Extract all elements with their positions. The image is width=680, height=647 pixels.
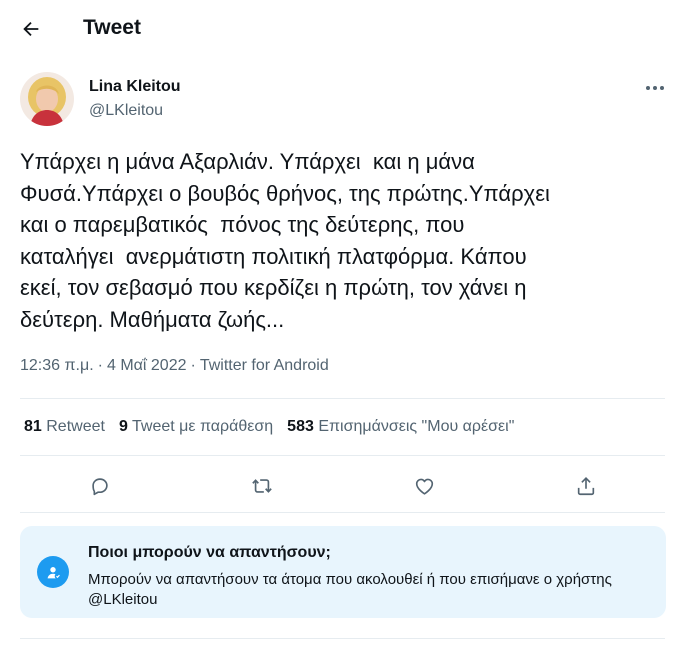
likes-count: 583 — [287, 418, 314, 435]
divider — [20, 455, 665, 456]
tweet-stats: 81 Retweet 9 Tweet με παράθεση 583 Επιση… — [24, 418, 514, 436]
reply-icon — [92, 478, 108, 496]
reply-restriction-title: Ποιοι μπορούν να απαντήσουν; — [88, 544, 331, 561]
action-bar — [0, 468, 680, 504]
retweets-count: 81 — [24, 418, 42, 435]
back-button[interactable] — [14, 12, 48, 46]
retweets-stat[interactable]: 81 Retweet — [24, 418, 105, 436]
tweet-source[interactable]: Twitter for Android — [200, 357, 329, 375]
more-options-button[interactable] — [638, 76, 672, 100]
page-title: Tweet — [83, 16, 141, 39]
retweet-icon — [252, 479, 272, 493]
likes-stat[interactable]: 583 Επισημάνσεις "Μου αρέσει" — [287, 418, 514, 436]
heart-icon — [415, 478, 433, 495]
reply-restriction-description: Μπορούν να απαντήσουν τα άτομα που ακολο… — [88, 571, 612, 608]
meta-separator: · — [97, 357, 103, 374]
avatar[interactable] — [20, 72, 74, 126]
divider — [20, 512, 665, 513]
at-sign-icon — [37, 556, 69, 588]
divider — [20, 398, 665, 399]
author-handle[interactable]: @LKleitou — [89, 102, 163, 120]
tweet-meta: 12:36 π.μ. · 4 Μαΐ 2022 · Twitter for An… — [20, 357, 329, 375]
author-name[interactable]: Lina Kleitou — [89, 78, 181, 96]
meta-separator: · — [190, 357, 196, 374]
quote-tweets-label: Tweet με παράθεση — [132, 418, 274, 435]
tweet-date[interactable]: 4 Μαΐ 2022 — [107, 357, 187, 375]
quote-tweets-stat[interactable]: 9 Tweet με παράθεση — [119, 418, 273, 436]
arrow-left-icon — [23, 21, 39, 37]
divider — [20, 638, 665, 639]
retweets-label: Retweet — [46, 418, 105, 435]
share-button[interactable] — [568, 468, 604, 504]
likes-label: Επισημάνσεις "Μου αρέσει" — [318, 418, 515, 435]
reply-button[interactable] — [82, 468, 118, 504]
quote-tweets-count: 9 — [118, 418, 128, 435]
like-button[interactable] — [406, 468, 442, 504]
more-horizontal-icon — [646, 86, 664, 90]
tweet-time[interactable]: 12:36 π.μ. — [20, 357, 94, 375]
share-icon — [577, 477, 595, 496]
retweet-button[interactable] — [244, 468, 280, 504]
reply-restriction-notice: Ποιοι μπορούν να απαντήσουν; Μπορούν να … — [20, 526, 666, 618]
top-bar: Tweet — [0, 0, 680, 58]
tweet-text: Υπάρχει η μάνα Αξαρλιάν. Υπάρχει και η μ… — [20, 149, 550, 332]
